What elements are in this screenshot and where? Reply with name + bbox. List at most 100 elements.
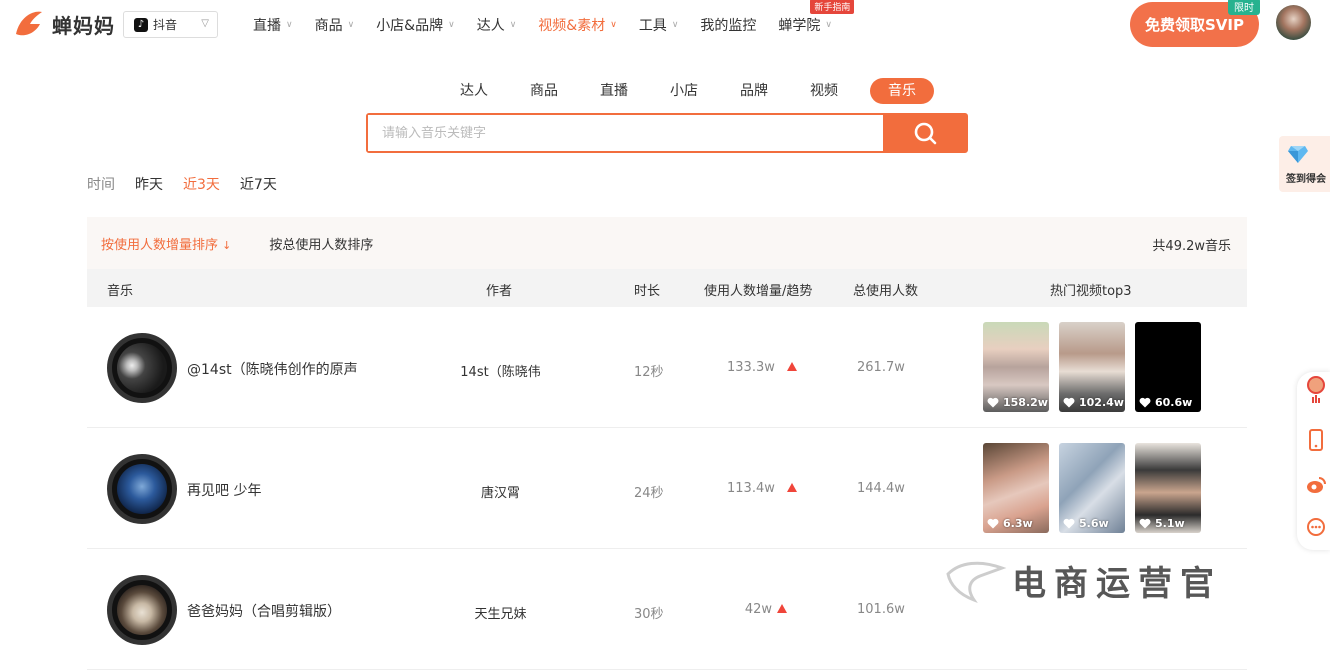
heart-icon [987, 397, 999, 408]
sort-label: 按使用人数增量排序 [101, 237, 219, 253]
likes-count: 6.3w [1003, 517, 1033, 530]
music-author[interactable]: 天生兄妹 [459, 603, 542, 622]
top-videos: 6.3w 5.6w 5.1w [983, 443, 1211, 533]
limited-time-badge: 限时 [1228, 0, 1260, 15]
table-header: 音乐 作者 时长 使用人数增量/趋势 总使用人数 热门视频top3 [87, 269, 1247, 307]
sort-by-total[interactable]: 按总使用人数排序 [269, 234, 373, 253]
chevron-down-icon: ∨ [286, 20, 293, 30]
nav-label: 直播 [253, 18, 281, 34]
table-row[interactable]: @14st（陈晓伟创作的原声 14st（陈晓伟 12秒 133.3w 261.7… [87, 307, 1247, 428]
mobile-icon[interactable] [1306, 429, 1326, 451]
nav-item-video-material[interactable]: 视频&素材 ∨ [538, 15, 617, 35]
music-duration: 30秒 [634, 607, 664, 622]
likes-count: 5.6w [1079, 517, 1109, 530]
music-increase: 113.4w [727, 481, 775, 496]
music-name[interactable]: 爸爸妈妈（合唱剪辑版） [187, 601, 341, 621]
logo-icon [12, 8, 46, 40]
tab-influencer[interactable]: 达人 [450, 78, 498, 104]
checkin-label: 签到得会 [1286, 174, 1326, 185]
total-count: 共49.2w音乐 [1152, 239, 1231, 254]
music-cover [107, 454, 177, 524]
chevron-down-icon: ∨ [825, 20, 832, 30]
video-likes: 60.6w [1139, 396, 1192, 409]
music-total-users: 261.7w [857, 360, 905, 375]
tab-live[interactable]: 直播 [590, 78, 638, 104]
top-videos: 158.2w 102.4w 60.6w [983, 322, 1211, 412]
video-thumbnail[interactable]: 5.1w [1135, 443, 1201, 533]
platform-label: 抖音 [153, 18, 178, 32]
chevron-down-icon: ∨ [509, 20, 517, 30]
music-name[interactable]: 再见吧 少年 [187, 480, 261, 500]
video-thumbnail[interactable]: 5.6w [1059, 443, 1125, 533]
music-total-users: 101.6w [857, 602, 905, 617]
tab-goods[interactable]: 商品 [520, 78, 568, 104]
brand-logo[interactable]: 蝉妈妈 [12, 8, 115, 40]
chevron-down-icon: ▽ [201, 18, 209, 29]
music-ranking-table: 按使用人数增量排序 ↓ 按总使用人数排序 共49.2w音乐 音乐 作者 时长 使… [87, 217, 1247, 670]
time-filter: 时间 昨天 近3天 近7天 [87, 174, 297, 194]
sort-by-increase[interactable]: 按使用人数增量排序 ↓ [101, 234, 231, 253]
music-cover [107, 575, 177, 645]
nav-item-tools[interactable]: 工具 ∨ [639, 15, 679, 35]
time-option-3days[interactable]: 近3天 [183, 174, 220, 194]
nav-label: 视频&素材 [538, 18, 606, 34]
likes-count: 60.6w [1155, 396, 1193, 409]
chevron-down-icon: ∨ [347, 20, 355, 30]
music-duration: 24秒 [634, 486, 664, 501]
table-row[interactable]: 再见吧 少年 唐汉霄 24秒 113.4w 144.4w 6.3w 5.6w 5… [87, 428, 1247, 549]
brand-name: 蝉妈妈 [52, 13, 115, 38]
trend-up-icon [787, 483, 797, 492]
customer-service-icon[interactable] [1306, 517, 1326, 537]
nav-item-shop-brand[interactable]: 小店&品牌 ∨ [376, 15, 455, 35]
music-total-users: 144.4w [857, 481, 905, 496]
video-thumbnail[interactable]: 158.2w [983, 322, 1049, 412]
checkin-card[interactable]: 签到得会 [1279, 136, 1330, 192]
live-avatar-icon[interactable] [1306, 376, 1326, 403]
sort-bar: 按使用人数增量排序 ↓ 按总使用人数排序 共49.2w音乐 [87, 217, 1247, 269]
video-thumbnail[interactable]: 6.3w [983, 443, 1049, 533]
top-navigation-bar: 蝉妈妈 ♪ 抖音 ▽ 直播 ∨ 商品 ∨ 小店&品牌 ∨ 达人 ∨ 视频&素材 ∨ 工具 ∨… [0, 0, 1330, 50]
heart-icon [1063, 518, 1075, 529]
time-option-7days[interactable]: 近7天 [240, 174, 277, 194]
video-likes: 102.4w [1063, 396, 1124, 409]
time-option-yesterday[interactable]: 昨天 [135, 174, 163, 194]
tab-brand[interactable]: 品牌 [730, 78, 778, 104]
tab-shop[interactable]: 小店 [660, 78, 708, 104]
likes-count: 102.4w [1079, 396, 1124, 409]
diamond-icon [1287, 144, 1309, 168]
tab-video[interactable]: 视频 [800, 78, 848, 104]
music-author[interactable]: 唐汉霄 [459, 482, 542, 501]
nav-item-goods[interactable]: 商品 ∨ [315, 15, 355, 35]
table-row[interactable]: 爸爸妈妈（合唱剪辑版） 天生兄妹 30秒 42w 101.6w [87, 549, 1247, 670]
nav-item-influencer[interactable]: 达人 ∨ [477, 15, 517, 35]
search-category-tabs: 达人 商品 直播 小店 品牌 视频 音乐 [450, 78, 956, 104]
nav-item-academy[interactable]: 新手指南 蝉学院 ∨ [778, 0, 855, 35]
music-cover [107, 333, 177, 403]
search-input[interactable] [368, 115, 883, 151]
floating-sidebar [1297, 372, 1330, 550]
video-likes: 5.6w [1063, 517, 1109, 530]
video-thumbnail[interactable]: 60.6w [1135, 322, 1201, 412]
trend-up-icon [777, 604, 787, 613]
nav-item-live[interactable]: 直播 ∨ [253, 15, 293, 35]
nav-label: 商品 [314, 18, 343, 34]
nav-label: 小店&品牌 [376, 18, 444, 34]
likes-count: 5.1w [1155, 517, 1185, 530]
search-button[interactable] [883, 115, 966, 151]
nav-label: 蝉学院 [778, 18, 821, 34]
music-increase: 42w [744, 602, 772, 617]
weibo-icon[interactable] [1306, 475, 1326, 495]
tab-music[interactable]: 音乐 [870, 78, 934, 104]
chevron-down-icon: ∨ [448, 20, 455, 30]
video-thumbnail[interactable]: 102.4w [1059, 322, 1125, 412]
new-guide-badge: 新手指南 [810, 0, 855, 14]
platform-selector[interactable]: ♪ 抖音 ▽ [123, 11, 218, 38]
main-nav: 直播 ∨ 商品 ∨ 小店&品牌 ∨ 达人 ∨ 视频&素材 ∨ 工具 ∨ 我的监控 新手指南 … [253, 0, 855, 35]
video-likes: 158.2w [987, 396, 1048, 409]
user-avatar[interactable] [1276, 5, 1311, 40]
heart-icon [1063, 397, 1075, 408]
music-name[interactable]: @14st（陈晓伟创作的原声 [187, 359, 358, 379]
col-top-videos: 热门视频top3 [1050, 284, 1132, 299]
music-author[interactable]: 14st（陈晓伟 [459, 361, 542, 380]
nav-item-monitor[interactable]: 我的监控 [700, 15, 756, 35]
